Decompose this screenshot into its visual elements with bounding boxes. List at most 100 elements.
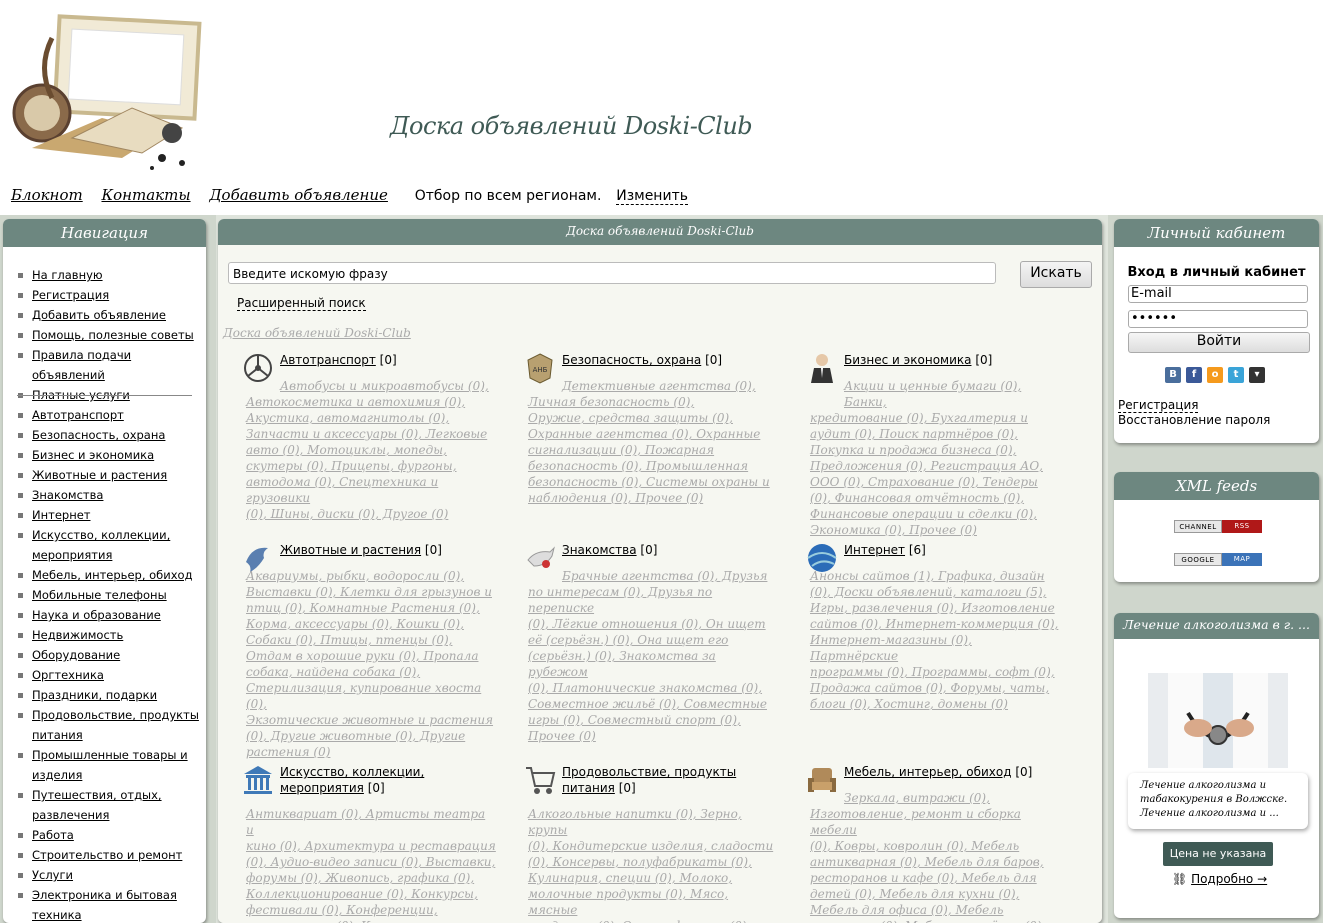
subcategory-line[interactable]: скутеры (0), Прицепы, фургоны, <box>246 458 496 474</box>
subcategory-line[interactable]: Покупка и продажа бизнеса (0), <box>810 442 1060 458</box>
nav-link[interactable]: Правила подачи объявлений <box>32 348 131 382</box>
category-link[interactable]: Безопасность, охрана <box>562 353 701 367</box>
subcategory-link[interactable]: Отдам в хорошие руки (0), Пропала <box>246 649 478 663</box>
subcategory-link[interactable]: Изготовление, ремонт и сборка мебели <box>810 807 1021 837</box>
subcategory-link[interactable]: Прочее (0) <box>528 729 596 743</box>
nav-link[interactable]: Недвижимость <box>32 628 123 642</box>
subcategory-line[interactable]: Аквариумы, рыбки, водоросли (0), <box>246 568 496 584</box>
nav-link[interactable]: Искусство, коллекции, <box>32 528 170 542</box>
nav-item[interactable]: Безопасность, охрана <box>18 425 199 445</box>
subcategory-line[interactable]: Автокосметика и автохимия (0), <box>246 394 496 410</box>
subcategory-link[interactable]: Аквариумы, рыбки, водоросли (0), <box>246 569 464 583</box>
subcategory-link[interactable]: (0), Кондитерские изделия, сладости <box>528 839 773 853</box>
subcategory-link[interactable]: Покупка и продажа бизнеса (0), <box>810 443 1016 457</box>
subcategory-link[interactable]: Брачные агентства (0), Друзья <box>562 569 767 583</box>
subcategory-line[interactable]: корпусная (0), Мебель плетёная (0), <box>810 918 1060 923</box>
subcategory-line[interactable]: по интересам (0), Друзья по переписке <box>528 584 778 616</box>
nav-item[interactable]: Услуги <box>18 865 199 885</box>
subcategory-link[interactable]: наблюдения (0), Прочее (0) <box>528 491 703 505</box>
subcategory-line[interactable]: Изготовление, ремонт и сборка мебели <box>810 806 1060 838</box>
subcategory-link[interactable]: (0), Шины, диски (0), Другое (0) <box>246 507 448 521</box>
change-region-link[interactable]: Изменить <box>616 188 688 205</box>
login-button[interactable]: Войти <box>1128 332 1310 353</box>
subcategory-link[interactable]: (0), Платонические знакомства (0), <box>528 681 762 695</box>
subcategory-line[interactable]: Продажа сайтов (0), Форумы, чаты, <box>810 680 1060 696</box>
breadcrumb[interactable]: Доска объявлений Doski-Club <box>223 326 411 340</box>
subcategory-line[interactable]: Акустика, автомагнитолы (0), <box>246 410 496 426</box>
subcategory-line[interactable]: автодома (0), Спецтехника и грузовики <box>246 474 496 506</box>
subcategory-line[interactable]: (0), Ковры, ковролин (0), Мебель <box>810 838 1060 854</box>
subcategory-link[interactable]: форумы (0), Живопись, графика (0), <box>246 871 474 885</box>
subcategory-link[interactable]: авто (0), Мотоциклы, мопеды, <box>246 443 447 457</box>
nav-link[interactable]: Безопасность, охрана <box>32 428 165 442</box>
nav-link[interactable]: Мобильные телефоны <box>32 588 167 602</box>
nav-link[interactable]: развлечения <box>32 808 109 822</box>
nav-link[interactable]: Бизнес и экономика <box>32 448 154 462</box>
subcategory-link[interactable]: Мебель для офиса (0), Мебель <box>810 903 1003 917</box>
nav-link[interactable]: Промышленные товары и <box>32 748 188 762</box>
nav-item[interactable]: Недвижимость <box>18 625 199 645</box>
subcategory-link[interactable]: (0), Аудио-видео записи (0), Выставки, <box>246 855 495 869</box>
nav-link[interactable]: техника <box>32 908 82 922</box>
subcategory-link[interactable]: Коллекционирование (0), Конкурсы, <box>246 887 478 901</box>
subcategory-line[interactable]: Анонсы сайтов (1), Графика, дизайн <box>810 568 1060 584</box>
subcategory-link[interactable]: молочные продукты (0), Мясо, мясные <box>528 887 728 917</box>
subcategory-link[interactable]: по интересам (0), Друзья по переписке <box>528 585 712 615</box>
subcategory-line[interactable]: Корма, аксессуары (0), Кошки (0), <box>246 616 496 632</box>
subcategory-line[interactable]: Экзотические животные и растения <box>246 712 496 728</box>
subcategory-line[interactable]: Алкогольные напитки (0), Зерно, крупы <box>528 806 778 838</box>
nav-item[interactable]: Автотранспорт <box>18 405 199 425</box>
subcategory-link[interactable]: Совместное жильё (0), Совместные <box>528 697 767 711</box>
subcategory-line[interactable]: Стерилизация, купирование хвоста (0), <box>246 680 496 712</box>
nav-item[interactable]: Путешествия, отдых, <box>18 785 199 805</box>
subcategory-line[interactable]: Акции и ценные бумаги (0), Банки, <box>810 378 1060 410</box>
subcategory-line[interactable]: (0), Лёгкие отношения (0), Он ищет <box>528 616 778 632</box>
password-field[interactable]: •••••• <box>1128 310 1308 328</box>
subcategory-line[interactable]: Запчасти и аксессуары (0), Легковые <box>246 426 496 442</box>
subcategory-link[interactable]: сайтов (0), Интернет-коммерция (0), <box>810 617 1058 631</box>
subcategory-line[interactable]: программы (0), Программы, софт (0), <box>810 664 1060 680</box>
nav-item[interactable]: Искусство, коллекции, <box>18 525 199 545</box>
nav-link[interactable]: На главную <box>32 268 103 282</box>
subcategory-line[interactable]: Прочее (0) <box>528 728 778 744</box>
nav-item[interactable]: Оргтехника <box>18 665 199 685</box>
nav-item[interactable]: Регистрация <box>18 285 206 305</box>
subcategory-line[interactable]: растения (0) <box>246 744 496 760</box>
category-link[interactable]: Автотранспорт <box>280 353 376 367</box>
subcategory-line[interactable]: Охранные агентства (0), Охранные <box>528 426 770 442</box>
nav-link[interactable]: Оргтехника <box>32 668 104 682</box>
subcategory-link[interactable]: аудит (0), Поиск партнёров (0), <box>810 427 1018 441</box>
twitter-icon[interactable]: t <box>1228 367 1244 383</box>
subcategory-link[interactable]: птиц (0), Комнатные Растения (0), <box>246 601 480 615</box>
google-map-badge[interactable]: GOOGLE MAP <box>1174 553 1262 566</box>
subcategory-line[interactable]: безопасность (0), Системы охраны и <box>528 474 770 490</box>
subcategory-link[interactable]: Алкогольные напитки (0), Зерно, крупы <box>528 807 742 837</box>
subcategory-link[interactable]: сигнализации (0), Пожарная <box>528 443 714 457</box>
subcategory-line[interactable]: Собаки (0), Птицы, птенцы (0), <box>246 632 496 648</box>
subcategory-line[interactable]: Игры, развлечения (0), Изготовление <box>810 600 1060 616</box>
subcategory-line[interactable]: Экономика (0), Прочее (0) <box>810 522 1060 538</box>
nav-link[interactable]: мероприятия <box>32 548 112 562</box>
register-link[interactable]: Регистрация <box>1118 398 1199 413</box>
subcategory-line[interactable]: ООО (0), Страхование (0), Тендеры <box>810 474 1060 490</box>
subcategory-link[interactable]: Кулинария, специи (0), Молоко, <box>528 871 732 885</box>
subcategory-link[interactable]: растения (0) <box>246 745 330 759</box>
subcategory-line[interactable]: Оружие, средства защиты (0), <box>528 410 770 426</box>
email-field[interactable]: E-mail <box>1128 285 1308 303</box>
subcategory-link[interactable]: продукты (0), Овощи, фрукты (0), <box>528 919 750 923</box>
subcategory-line[interactable]: Антиквариат (0), Артисты театра и <box>246 806 496 838</box>
subcategory-link[interactable]: Зеркала, витражи (0), <box>844 791 990 805</box>
contacts-link[interactable]: Контакты <box>101 186 190 204</box>
search-button[interactable]: Искать <box>1020 261 1092 288</box>
subcategory-link[interactable]: Предложения (0), Регистрация АО, <box>810 459 1043 473</box>
nav-link[interactable]: изделия <box>32 768 82 782</box>
subcategory-line[interactable]: игры (0), Совместный спорт (0), <box>528 712 778 728</box>
nav-item[interactable]: Продовольствие, продукты <box>18 705 199 725</box>
subcategory-line[interactable]: продукты (0), Овощи, фрукты (0), <box>528 918 778 923</box>
nav-link[interactable]: Продовольствие, продукты <box>32 708 199 722</box>
subcategory-line[interactable]: ресторанов и кафе (0), Мебель для <box>810 870 1060 886</box>
nav-item[interactable]: техника <box>18 905 199 923</box>
subcategory-line[interactable]: Автобусы и микроавтобусы (0), <box>246 378 496 394</box>
nav-item[interactable]: Животные и растения <box>18 465 199 485</box>
subcategory-link[interactable]: её (серьёзн.) (0), Она ищет его <box>528 633 728 647</box>
